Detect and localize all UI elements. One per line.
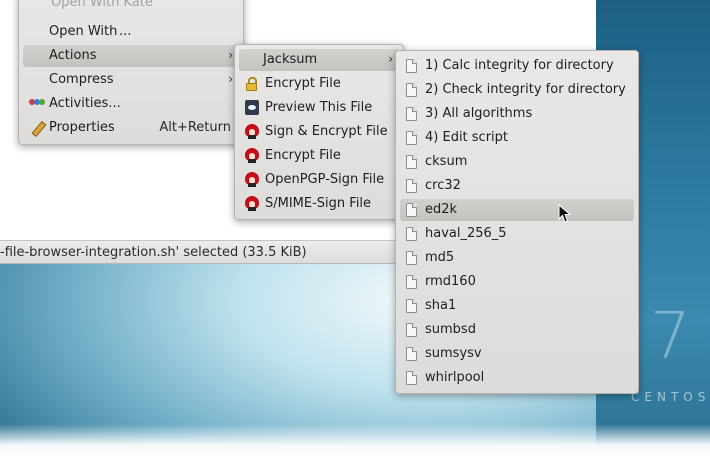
menu-item-label: haval_256_5 [425, 226, 507, 241]
menu-item-check-integrity[interactable]: 2) Check integrity for directory [400, 79, 634, 101]
menu-item-label: cksum [425, 154, 468, 169]
document-icon [406, 227, 417, 241]
menu-item-label: Compress [49, 72, 114, 87]
menu-item-crc32[interactable]: crc32 [400, 175, 634, 197]
status-text: -file-browser-integration.sh' selected (… [0, 245, 307, 260]
chevron-right-icon: › [388, 52, 393, 66]
menu-item-calc-integrity[interactable]: 1) Calc integrity for directory [400, 55, 634, 77]
document-icon [406, 251, 417, 265]
kgpg-icon [245, 148, 259, 163]
menu-item-encrypt-file[interactable]: Encrypt File [239, 73, 399, 95]
menu-item-haval[interactable]: haval_256_5 [400, 223, 634, 245]
document-icon [406, 131, 417, 145]
menu-item-open-with-kate[interactable]: Open With Kate [23, 0, 239, 17]
menu-item-activities[interactable]: Activities... [23, 93, 239, 115]
menu-item-label: 4) Edit script [425, 130, 509, 145]
lock-icon [246, 77, 257, 91]
menu-item-label: md5 [425, 250, 455, 265]
menu-item-label: Sign & Encrypt File [265, 124, 388, 139]
menu-item-label: sumbsd [425, 322, 476, 337]
menu-item-label: S/MIME-Sign File [265, 196, 372, 211]
menu-item-rmd160[interactable]: rmd160 [400, 271, 634, 293]
document-icon [406, 323, 417, 337]
document-icon [406, 59, 417, 73]
menu-item-label: sha1 [425, 298, 457, 313]
menu-item-label: Open With [49, 24, 118, 39]
centos-logo-number: 7 [650, 300, 691, 374]
menu-item-edit-script[interactable]: 4) Edit script [400, 127, 634, 149]
menu-item-preview-this-file[interactable]: Preview This File [239, 97, 399, 119]
menu-item-label: 3) All algorithms [425, 106, 533, 121]
menu-item-shortcut: Alt+Return [159, 120, 231, 135]
jacksum-submenu: 1) Calc integrity for directory 2) Check… [395, 50, 639, 394]
menu-item-sha1[interactable]: sha1 [400, 295, 634, 317]
menu-item-label: Preview This File [265, 100, 373, 115]
document-icon [406, 107, 417, 121]
chevron-right-icon: › [228, 48, 233, 62]
menu-item-md5[interactable]: md5 [400, 247, 634, 269]
document-icon [406, 203, 417, 217]
menu-item-whirlpool[interactable]: whirlpool [400, 367, 634, 389]
menu-item-cksum[interactable]: cksum [400, 151, 634, 173]
menu-item-jacksum[interactable]: Jacksum › [239, 49, 399, 71]
document-icon [406, 347, 417, 361]
document-icon [406, 179, 417, 193]
menu-item-label: Jacksum [263, 52, 318, 67]
menu-item-label: ed2k [425, 202, 458, 217]
kgpg-icon [245, 124, 259, 139]
activities-icon [29, 99, 45, 107]
menu-item-kgpg-encrypt-file[interactable]: Encrypt File [239, 145, 399, 167]
menu-item-actions[interactable]: Actions › [23, 45, 239, 67]
menu-item-label: Encrypt File [265, 148, 341, 163]
actions-submenu: Jacksum › Encrypt File Preview This File… [234, 44, 404, 220]
menu-item-openpgp-sign-file[interactable]: OpenPGP-Sign File [239, 169, 399, 191]
document-icon [406, 371, 417, 385]
menu-item-label: sumsysv [425, 346, 482, 361]
menu-item-label: OpenPGP-Sign File [265, 172, 385, 187]
kgpg-icon [245, 172, 259, 187]
menu-item-all-algorithms[interactable]: 3) All algorithms [400, 103, 634, 125]
menu-item-label: 2) Check integrity for directory [425, 82, 626, 97]
menu-item-label: Activities... [49, 96, 121, 111]
menu-item-label: Encrypt File [265, 76, 341, 91]
preview-icon [245, 100, 259, 115]
context-menu: Open With Kate Open With ... Actions › C… [18, 0, 244, 145]
menu-item-label: Open With Kate [51, 0, 153, 10]
chevron-right-icon: › [228, 72, 233, 86]
menu-item-smime-sign-file[interactable]: S/MIME-Sign File [239, 193, 399, 215]
mouse-pointer-icon [558, 204, 572, 223]
menu-item-label: whirlpool [425, 370, 485, 385]
menu-item-label: rmd160 [425, 274, 476, 289]
menu-item-label: 1) Calc integrity for directory [425, 58, 614, 73]
document-icon [406, 299, 417, 313]
menu-item-label: crc32 [425, 178, 461, 193]
document-icon [406, 155, 417, 169]
pencil-icon [31, 121, 43, 135]
menu-item-ed2k[interactable]: ed2k [400, 199, 634, 221]
desktop-wallpaper-bottom [0, 424, 710, 459]
menu-item-open-with[interactable]: Open With ... [23, 21, 239, 43]
centos-logo-text: CENTOS [631, 390, 710, 404]
document-icon [406, 83, 417, 97]
menu-item-label: Actions [49, 48, 97, 63]
menu-item-sumbsd[interactable]: sumbsd [400, 319, 634, 341]
menu-item-compress[interactable]: Compress › [23, 69, 239, 91]
document-icon [406, 275, 417, 289]
menu-item-sumsysv[interactable]: sumsysv [400, 343, 634, 365]
menu-item-sign-encrypt-file[interactable]: Sign & Encrypt File [239, 121, 399, 143]
menu-item-label: Properties [49, 120, 115, 135]
kgpg-icon [245, 196, 259, 211]
menu-item-properties[interactable]: Properties Alt+Return [23, 117, 239, 139]
